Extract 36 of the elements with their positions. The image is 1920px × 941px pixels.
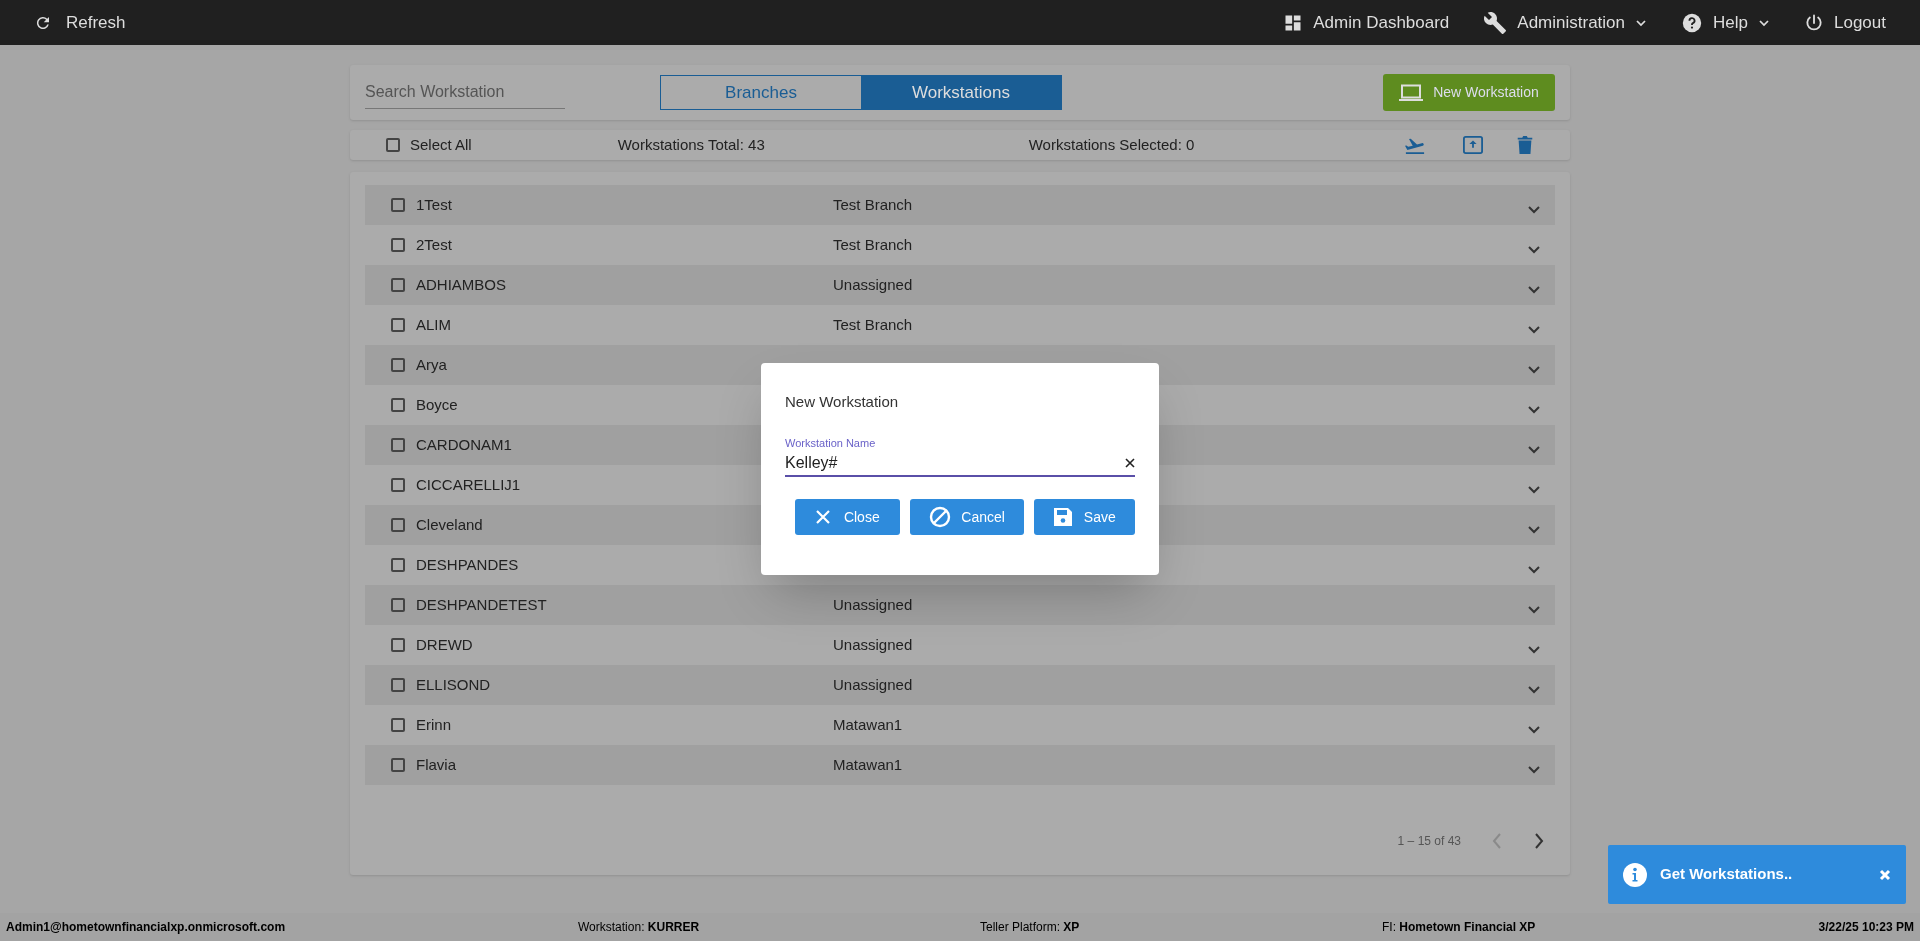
workstation-name: DREWD: [416, 635, 473, 653]
workstation-name: Cleveland: [416, 515, 483, 533]
dialog-title: New Workstation: [785, 392, 900, 412]
status-item: Workstation: KURRER: [578, 920, 700, 934]
status-item: Admin1@hometownfinancialxp.onmicrosoft.com: [6, 920, 286, 934]
branch-name: Test Branch: [833, 314, 913, 335]
workstation-name: Erinn: [416, 715, 452, 733]
workstation-name: Boyce: [416, 395, 458, 413]
workstation-name: ELLISOND: [416, 675, 491, 693]
branch-name: Test Branch: [833, 194, 913, 215]
workstation-name: CICCARELLIJ1: [416, 475, 521, 493]
workstation-name: 1Test: [416, 195, 452, 213]
selected-count: Workstations Selected: 0: [1028, 134, 1195, 155]
workstation-name: Flavia: [416, 755, 456, 773]
branch-name: Test Branch: [833, 234, 913, 255]
status-item: Teller Platform: XP: [980, 920, 1080, 934]
page-range: 1 – 15 of 43: [1397, 833, 1461, 850]
workstation-name: ALIM: [416, 315, 451, 333]
branch-name: Unassigned: [833, 274, 913, 295]
branch-name: Unassigned: [833, 674, 913, 695]
total-count: Workstations Total: 43: [617, 134, 765, 155]
field-label: Workstation Name: [785, 435, 876, 451]
workstation-name: 2Test: [416, 235, 452, 253]
workstation-name: DESHPANDES: [416, 555, 519, 573]
branch-name: Matawan1: [833, 714, 903, 735]
workstation-name: ADHIAMBOS: [416, 275, 506, 293]
branch-name: Unassigned: [833, 594, 913, 615]
select-all-label: Select All: [410, 134, 472, 155]
branch-name: Matawan1: [833, 754, 903, 775]
status-item: 3/22/25 10:23 PM: [1818, 920, 1914, 934]
workstation-name: DESHPANDETEST: [416, 595, 547, 613]
branch-name: Unassigned: [833, 634, 913, 655]
toast-message: Get Workstations..: [1660, 864, 1793, 885]
status-item: FI: Hometown Financial XP: [1382, 920, 1536, 934]
workstation-name: CARDONAM1: [416, 435, 512, 453]
workstation-name: Arya: [416, 355, 447, 373]
